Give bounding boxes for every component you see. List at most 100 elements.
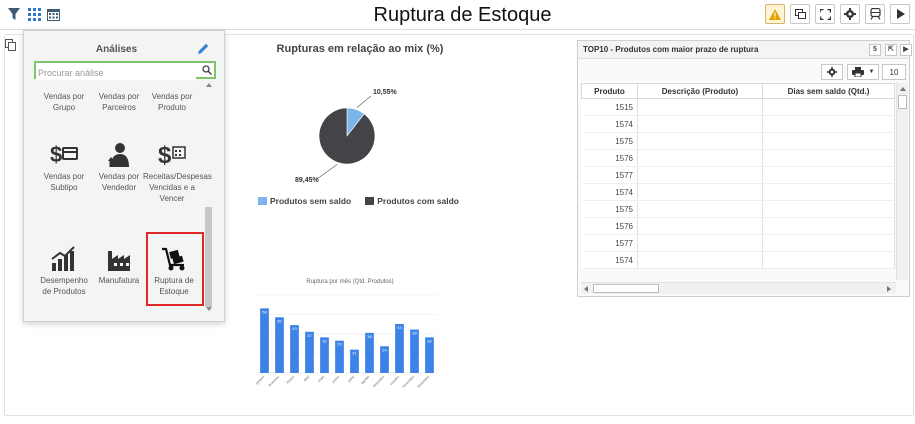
column-header-produto[interactable]: Produto (581, 83, 638, 99)
expand-button[interactable]: ⇱ (885, 44, 897, 56)
analysis-item-manufatura[interactable]: Manufatura (90, 241, 148, 286)
cell-produto: 1574 (581, 115, 638, 133)
train-icon (869, 8, 881, 20)
cell-descricao (637, 166, 763, 184)
cell-dias-sem-saldo (762, 132, 895, 150)
column-header-descricao[interactable]: Descrição (Produto) (637, 83, 763, 99)
legend-item-without-stock[interactable]: Produtos sem saldo (258, 196, 351, 206)
cell-produto: 1575 (581, 200, 638, 218)
analyses-title: Análises (95, 44, 138, 55)
bar-data-label: 37 (307, 333, 312, 338)
pie-data-label: 10,55% (373, 89, 398, 96)
bar[interactable] (395, 323, 404, 373)
bar-data-label: 32 (322, 338, 327, 343)
export-button[interactable]: 5 (869, 44, 881, 56)
cell-descricao (637, 115, 763, 133)
bar-data-label: 29 (337, 342, 342, 347)
settings-button[interactable] (840, 4, 860, 24)
bar-data-label: 21 (352, 351, 357, 356)
scroll-thumb[interactable] (205, 207, 212, 307)
analysis-item-receitas-despesas[interactable]: $ Receitas/Despesas Vencidas e a Vencer (143, 137, 212, 204)
cell-dias-sem-saldo (762, 166, 895, 184)
subtype-sales-icon: $ (49, 137, 79, 167)
bar-data-label: 39 (412, 331, 417, 336)
bar[interactable] (275, 317, 284, 373)
presentation-panel-button[interactable]: ▶ (900, 44, 912, 56)
gear-icon (844, 8, 856, 20)
x-tick-label: novembro (401, 375, 415, 389)
bar[interactable] (290, 325, 299, 373)
column-header-dias-sem-saldo[interactable]: Dias sem saldo (Qtd.) (762, 83, 895, 99)
table-settings-button[interactable] (821, 64, 843, 80)
bar[interactable] (365, 332, 374, 373)
windows-button[interactable] (790, 4, 810, 24)
analysis-item-desempenho-produtos[interactable]: Desempenho de Produtos (35, 241, 93, 297)
print-button[interactable]: ▼ (847, 64, 879, 80)
bar[interactable] (305, 331, 314, 373)
warning-button[interactable] (765, 4, 785, 24)
analysis-search-input[interactable] (36, 66, 196, 80)
table-row[interactable]: 1577 (581, 234, 895, 252)
play-button[interactable] (890, 4, 910, 24)
bar[interactable] (260, 308, 269, 373)
analysis-item-vendas-vendedor[interactable]: Vendas por Vendedor (90, 137, 148, 193)
bar-data-label: 43 (292, 326, 297, 331)
fullscreen-icon (819, 8, 831, 20)
cell-descricao (637, 217, 763, 235)
fullscreen-button[interactable] (815, 4, 835, 24)
page-size-select[interactable]: 10 (882, 64, 906, 80)
factory-icon (104, 241, 134, 271)
cell-descricao (637, 234, 763, 252)
copy-icon[interactable] (5, 38, 17, 51)
top10-panel: TOP10 - Produtos com maior prazo de rupt… (577, 40, 912, 297)
pie-chart-title: Rupturas em relação ao mix (%) (276, 43, 444, 55)
gear-icon (827, 67, 837, 77)
table-row[interactable]: 1576 (581, 149, 895, 167)
analysis-search (34, 61, 216, 80)
table-row[interactable]: 1574 (581, 251, 895, 269)
pencil-icon[interactable] (196, 42, 210, 56)
svg-text:$: $ (50, 142, 62, 167)
analysis-item-vendas-grupo[interactable]: Vendas por Grupo (35, 91, 93, 113)
x-tick-label: julho (346, 375, 355, 384)
table-horizontal-scrollbar[interactable] (581, 282, 896, 294)
table-row[interactable]: 1577 (581, 166, 895, 184)
cell-descricao (637, 132, 763, 150)
table-row[interactable]: 1515 (581, 98, 895, 116)
cell-dias-sem-saldo (762, 183, 895, 201)
cell-dias-sem-saldo (762, 149, 895, 167)
search-icon[interactable] (202, 65, 212, 75)
scroll-down-arrow[interactable] (206, 307, 212, 311)
cell-descricao (637, 251, 763, 269)
analysis-item-vendas-parceiros[interactable]: Vendas por Parceiros (90, 91, 148, 113)
analyses-dropdown: Análises Vendas por Grupo Vendas por Par… (23, 30, 225, 322)
chevron-down-icon: ▼ (868, 69, 875, 75)
x-tick-label: janeiro (254, 375, 265, 386)
analysis-item-vendas-subtipo[interactable]: $ Vendas por Subtipo (35, 137, 93, 193)
cell-produto: 1574 (581, 251, 638, 269)
table-vertical-scrollbar[interactable] (896, 83, 908, 280)
scroll-up-arrow[interactable] (206, 83, 212, 87)
performance-icon (49, 241, 79, 271)
table-row[interactable]: 1574 (581, 183, 895, 201)
presentation-button[interactable] (865, 4, 885, 24)
legend-item-with-stock[interactable]: Produtos com saldo (365, 196, 459, 206)
table-row[interactable]: 1575 (581, 132, 895, 150)
cell-descricao (637, 149, 763, 167)
cell-dias-sem-saldo (762, 251, 895, 269)
warning-icon (769, 8, 781, 20)
x-tick-label: setembro (372, 375, 385, 388)
table-row[interactable]: 1576 (581, 217, 895, 235)
bar[interactable] (410, 329, 419, 373)
x-tick-label: junho (331, 375, 341, 385)
bar-chart: 58 janeiro 50 fevereiro 43 março 37 abril 32 maio… (254, 294, 437, 389)
top10-panel-header: TOP10 - Produtos com maior prazo de rupt… (578, 41, 912, 59)
cell-dias-sem-saldo (762, 98, 895, 116)
pie-slice[interactable] (318, 107, 376, 165)
x-tick-label: março (285, 375, 295, 385)
table-row[interactable]: 1575 (581, 200, 895, 218)
table-row[interactable]: 1574 (581, 115, 895, 133)
analysis-item-vendas-produto[interactable]: Vendas por Produto (143, 91, 201, 113)
top10-title: TOP10 - Produtos com maior prazo de rupt… (583, 45, 759, 54)
cell-dias-sem-saldo (762, 234, 895, 252)
